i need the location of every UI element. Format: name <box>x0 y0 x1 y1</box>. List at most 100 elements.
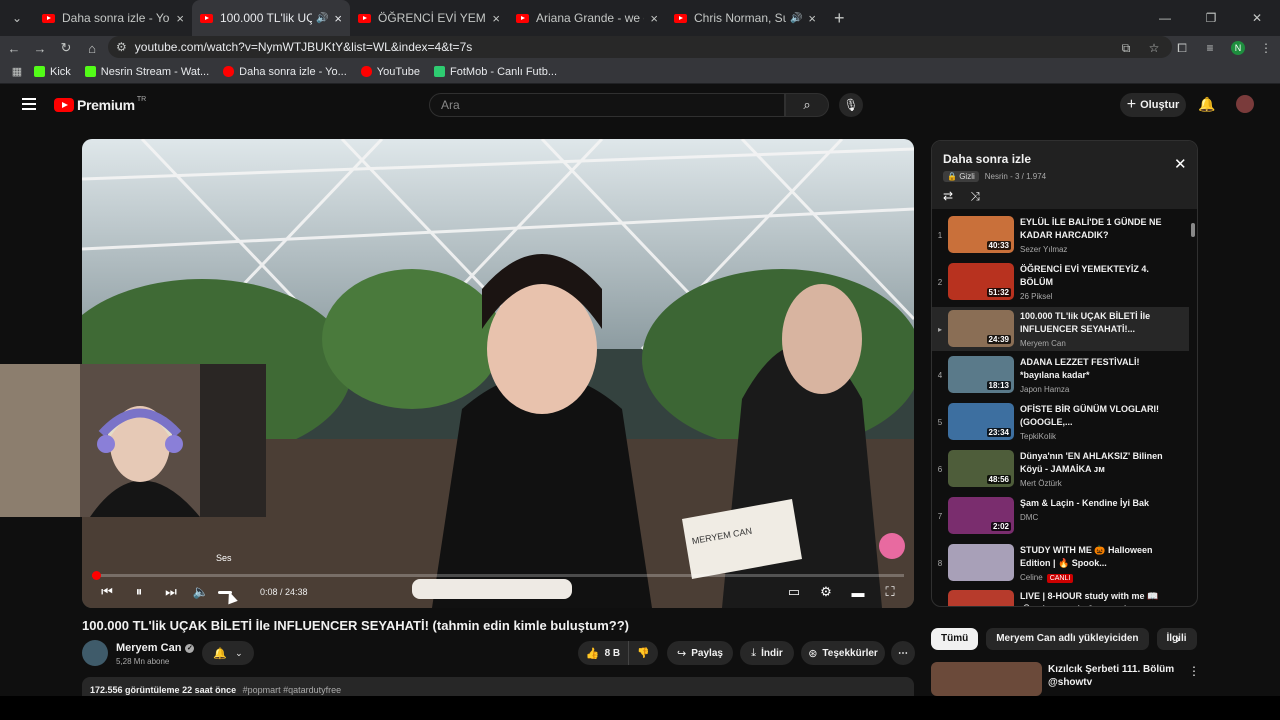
bookmark-item[interactable]: Nesrin Stream - Wat... <box>84 66 209 78</box>
install-app-icon[interactable]: ⧉ <box>1112 41 1140 56</box>
speaker-icon[interactable]: 🔊 <box>790 13 802 24</box>
playlist-item[interactable]: 9 LIVE | 8-HOUR study with me 📖 🌧 rain so… <box>932 587 1189 606</box>
playlist-title[interactable]: Daha sonra izle <box>943 152 1031 166</box>
home-icon[interactable]: ⌂ <box>80 41 104 56</box>
tab-title: Chris Norman, Suzi Quatro <box>694 11 786 25</box>
close-playlist-icon[interactable]: ✕ <box>1174 155 1187 173</box>
chip-all[interactable]: Tümü <box>931 628 979 650</box>
related-video-title[interactable]: Kızılcık Şerbeti 111. Bölüm @showtv <box>1048 663 1174 689</box>
playlist-thumbnail[interactable]: 2:02 <box>948 496 1014 534</box>
close-window-icon[interactable]: ✕ <box>1234 11 1280 25</box>
apps-grid-icon[interactable]: ▦ <box>0 65 34 78</box>
bookmark-item[interactable]: FotMob - Canlı Futb... <box>434 66 557 78</box>
volume-icon[interactable]: 🔈 <box>188 584 214 600</box>
playlist-thumbnail[interactable]: 18:13 <box>948 356 1014 394</box>
account-avatar[interactable] <box>1236 95 1254 113</box>
browser-tab-active[interactable]: 100.000 TL'lik UÇAK BİLETİ 🔊 × <box>192 0 350 36</box>
create-button[interactable]: + Oluştur <box>1120 93 1186 117</box>
bookmark-item[interactable]: Kick <box>34 66 71 78</box>
close-tab-icon[interactable]: × <box>176 11 184 26</box>
browser-tab[interactable]: Chris Norman, Suzi Quatro 🔊 × <box>666 0 824 36</box>
bookmark-item[interactable]: Daha sonra izle - Yo... <box>223 66 347 78</box>
speaker-icon[interactable]: 🔊 <box>316 13 328 24</box>
forward-icon[interactable]: → <box>28 41 52 56</box>
progress-bar[interactable] <box>92 571 904 580</box>
playlist-thumbnail[interactable] <box>948 543 1014 581</box>
playlist-item[interactable]: 8 STUDY WITH ME 🎃 Halloween Edition | 🔥 S… <box>932 541 1189 585</box>
playlist-index: 5 <box>937 418 943 428</box>
previous-icon[interactable]: ⏮ <box>94 584 120 600</box>
playlist-thumbnail[interactable] <box>948 590 1014 606</box>
minimize-icon[interactable]: — <box>1142 11 1188 25</box>
hashtags[interactable]: #popmart #qatardutyfree <box>243 685 342 695</box>
search-input[interactable]: Ara <box>429 93 785 117</box>
extensions-icon[interactable]: ⧠ <box>1168 41 1196 56</box>
youtube-favicon-icon <box>358 13 371 23</box>
microphone-icon[interactable]: 🎙 <box>839 93 863 117</box>
subscription-bell-button[interactable]: 🔔 ⌄ <box>202 641 254 665</box>
menu-kebab-icon[interactable]: ⋮ <box>1252 41 1280 55</box>
bookmark-item[interactable]: YouTube <box>360 66 420 78</box>
share-button[interactable]: ↪ Paylaş <box>667 641 733 665</box>
download-button[interactable]: ⤓ İndir <box>740 641 794 665</box>
playlist-thumbnail[interactable]: 40:33 <box>948 216 1014 253</box>
playlist-item[interactable]: ▸ 24:39 100.000 TL'lik UÇAK BİLETİ İle INF… <box>932 306 1189 351</box>
playlist-item[interactable]: 4 18:13 ADANA LEZZET FESTİVALİ! *bayılana … <box>932 353 1189 397</box>
playlist-item[interactable]: 6 48:56 Dünya'nın 'EN AHLAKSIZ' Bilinen Kö… <box>932 447 1189 491</box>
fullscreen-icon[interactable]: ⛶ <box>874 584 906 600</box>
back-icon[interactable]: ← <box>2 41 26 56</box>
loop-icon[interactable]: ⇄ <box>943 189 953 203</box>
bookmark-star-icon[interactable]: ☆ <box>1140 41 1168 55</box>
chip-from-uploader[interactable]: Meryem Can adlı yükleyiciden <box>986 628 1149 650</box>
like-button[interactable]: 👍 8 B <box>578 641 628 665</box>
playlist-thumbnail[interactable]: 51:32 <box>948 262 1014 300</box>
reload-icon[interactable]: ↻ <box>54 40 78 56</box>
more-actions-icon[interactable]: ⋯ <box>891 641 915 665</box>
playlist-item-channel: Celine CANLI <box>1020 573 1074 583</box>
playlist-panel: Daha sonra izle 🔒 Gizli Nesrin - 3 / 1.9… <box>931 140 1198 607</box>
playlist-item[interactable]: 5 23:34 OFİSTE BİR GÜNÜM VLOGLARI! (GOOGLE… <box>932 400 1189 444</box>
playlist-thumbnail[interactable]: 48:56 <box>948 450 1014 487</box>
site-info-icon[interactable]: ⚙ <box>116 40 127 54</box>
thanks-button[interactable]: ⊛ Teşekkürler <box>801 641 885 665</box>
theater-mode-icon[interactable]: ▬ <box>842 585 874 600</box>
close-tab-icon[interactable]: × <box>492 11 500 26</box>
dislike-button[interactable]: 👎 <box>628 641 658 665</box>
playlist-item[interactable]: 1 40:33 EYLÜL İLE BALİ'DE 1 GÜNDE NE KADAR… <box>932 213 1189 257</box>
close-tab-icon[interactable]: × <box>650 11 658 26</box>
channel-name[interactable]: Meryem Can ✓ <box>116 642 195 654</box>
pause-icon[interactable]: ⏸ <box>126 584 152 600</box>
search-icon[interactable]: ⌕ <box>785 93 829 117</box>
browser-tab[interactable]: Daha sonra izle - YouTube × <box>34 0 192 36</box>
playlist-scrollbar[interactable] <box>1191 223 1195 237</box>
restore-icon[interactable]: ❐ <box>1188 11 1234 25</box>
browser-tab[interactable]: Ariana Grande - we can't be frie × <box>508 0 666 36</box>
channel-avatar[interactable] <box>82 640 108 666</box>
playlist-thumbnail[interactable]: 23:34 <box>948 403 1014 441</box>
thumbs-up-icon: 👍 <box>585 647 600 660</box>
playlist-item[interactable]: 2 51:32 ÖĞRENCİ EVİ YEMEKTEYİZ 4. BÖLÜM 26 … <box>932 260 1189 304</box>
thumbs-down-icon: 👎 <box>637 647 650 659</box>
playlist-item[interactable]: 7 2:02 Şam & Laçin - Kendine İyi Bak DMC <box>932 494 1189 538</box>
media-control-icon[interactable]: ≡ <box>1196 41 1224 55</box>
next-icon[interactable]: ⏭ <box>158 584 184 600</box>
subtitles-icon[interactable]: ▭ <box>778 584 810 600</box>
shuffle-icon[interactable]: ⤨ <box>970 189 980 203</box>
lock-icon: 🔒 <box>947 172 957 181</box>
youtube-premium-logo[interactable]: Premium TR <box>54 96 146 113</box>
settings-gear-icon[interactable]: ⚙ <box>810 584 842 600</box>
playlist-index: 9 <box>935 605 945 606</box>
close-tab-icon[interactable]: × <box>808 11 816 26</box>
notifications-bell-icon[interactable]: 🔔 <box>1198 96 1215 113</box>
playlist-thumbnail[interactable]: 24:39 <box>948 309 1014 347</box>
tab-search-icon[interactable]: ⌄ <box>0 11 34 25</box>
related-menu-icon[interactable]: ⋮ <box>1188 664 1200 678</box>
chevron-right-icon[interactable]: › <box>1176 632 1180 646</box>
address-bar[interactable]: ⚙ youtube.com/watch?v=NymWTJBUKtY&list=W… <box>108 36 1172 58</box>
profile-avatar[interactable]: N <box>1231 41 1245 55</box>
close-tab-icon[interactable]: × <box>334 11 342 26</box>
hamburger-menu-icon[interactable] <box>22 98 36 110</box>
new-tab-icon[interactable]: + <box>834 8 845 29</box>
related-video-thumbnail[interactable] <box>931 662 1042 696</box>
browser-tab[interactable]: ÖĞRENCİ EVİ YEMEKTEYİZ 4. BÖ × <box>350 0 508 36</box>
